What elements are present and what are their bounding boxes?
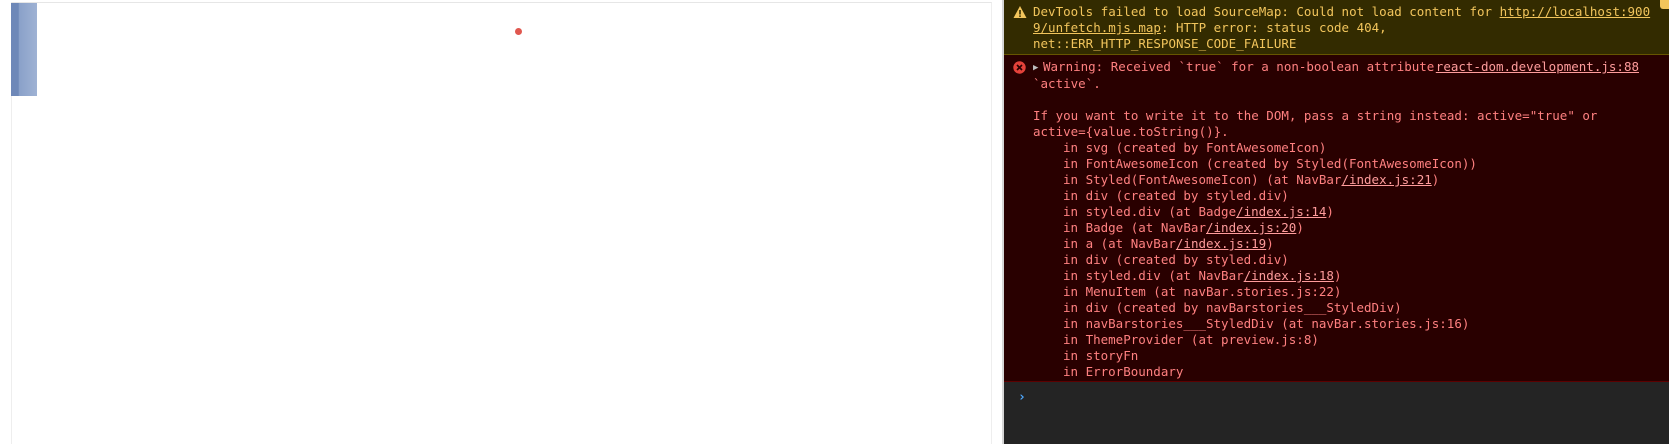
error-circle-icon [1013,61,1026,74]
stack-frame: in MenuItem (at navBar.stories.js:22) [1033,284,1659,300]
stack-frame-text: in styled.div (at NavBar [1063,268,1244,283]
stack-frame: in ThemeProvider (at preview.js:8) [1033,332,1659,348]
stack-frame: in ErrorBoundary [1033,364,1659,380]
stack-frame-source-link[interactable]: /index.js:14 [1236,204,1326,219]
stack-frame: in Styled(FontAwesomeIcon) (at NavBar/in… [1033,172,1659,188]
stack-frame-text: in MenuItem (at navBar.stories.js:22) [1063,284,1342,299]
stack-frame: in svg (created by FontAwesomeIcon) [1033,140,1659,156]
stack-frame-text: in svg (created by FontAwesomeIcon) [1063,140,1327,155]
stack-frame-text: in ErrorBoundary [1063,364,1184,379]
stack-frame-suffix: ) [1326,204,1334,219]
sourcemap-url-link-cont[interactable]: 9/unfetch.mjs.map [1033,20,1161,35]
error-source-link[interactable]: react-dom.development.js:88 [1436,59,1639,75]
stack-frame-suffix: ) [1296,220,1304,235]
console-error-message: ▶ Warning: Received `true` for a non-bool… [1004,55,1669,382]
sourcemap-url-link[interactable]: http://localhost:900 [1500,4,1651,19]
stack-frame-source-link[interactable]: /index.js:18 [1244,268,1334,283]
component-stack: in svg (created by FontAwesomeIcon) in Fo… [1033,140,1659,380]
stack-frame-text: in a (at NavBar [1063,236,1176,251]
stack-frame-text: in styled.div (at Badge [1063,204,1237,219]
stack-frame-text: in FontAwesomeIcon (created by Styled(Fo… [1063,156,1477,171]
story-preview-pane [0,0,1004,444]
stack-frame: in div (created by styled.div) [1033,188,1659,204]
stack-frame-text: in navBarstories___StyledDiv (at navBar.… [1063,316,1470,331]
expand-triangle-icon[interactable]: ▶ [1033,60,1043,76]
stack-frame: in div (created by navBarstories___Style… [1033,300,1659,316]
warning-line-1: DevTools failed to load SourceMap: Could… [1033,4,1651,19]
warning-corner-badge [1660,0,1669,9]
notification-dot [515,28,522,35]
stack-frame-text: in div (created by styled.div) [1063,188,1289,203]
stack-frame: in Badge (at NavBar/index.js:20) [1033,220,1659,236]
console-prompt-row[interactable]: › [1004,384,1669,444]
error-advice-1: If you want to write it to the DOM, pass… [1033,108,1598,123]
stack-frame: in a (at NavBar/index.js:19) [1033,236,1659,252]
prompt-chevron-icon: › [1018,390,1026,405]
stack-frame: in storyFn [1033,348,1659,364]
stack-frame: in FontAwesomeIcon (created by Styled(Fo… [1033,156,1659,172]
warning-triangle-icon [1013,6,1027,18]
warning-line-3: net::ERR_HTTP_RESPONSE_CODE_FAILURE [1033,36,1297,51]
navbar-preview-strip[interactable] [11,3,37,96]
stack-frame-suffix: ) [1266,236,1274,251]
stack-frame-source-link[interactable]: /index.js:20 [1206,220,1296,235]
stack-frame-source-link[interactable]: /index.js:19 [1176,236,1266,251]
stack-frame-text: in div (created by navBarstories___Style… [1063,300,1402,315]
stack-frame-text: in Badge (at NavBar [1063,220,1206,235]
warning-line-2: 9/unfetch.mjs.map: HTTP error: status co… [1033,20,1387,35]
stack-frame-source-link[interactable]: /index.js:21 [1341,172,1431,187]
error-line-2: `active`. [1033,76,1101,91]
console-warning-message: DevTools failed to load SourceMap: Could… [1004,0,1669,55]
stack-frame-text: in storyFn [1063,348,1139,363]
stack-frame: in styled.div (at Badge/index.js:14) [1033,204,1659,220]
console-input[interactable] [1034,388,1658,408]
stack-frame-suffix: ) [1333,268,1342,283]
stack-frame-text: in div (created by styled.div) [1063,252,1289,267]
app-window: DevTools failed to load SourceMap: Could… [0,0,1669,444]
stack-frame-suffix: ) [1431,172,1440,187]
stack-frame-text: in Styled(FontAwesomeIcon) (at NavBar [1063,172,1342,187]
devtools-console: DevTools failed to load SourceMap: Could… [1004,0,1669,444]
error-advice-2: active={value.toString()}. [1033,124,1229,139]
stack-frame: in div (created by styled.div) [1033,252,1659,268]
stack-frame: in navBarstories___StyledDiv (at navBar.… [1033,316,1659,332]
stack-frame-text: in ThemeProvider (at preview.js:8) [1063,332,1319,347]
stack-frame: in styled.div (at NavBar/index.js:18) [1033,268,1659,284]
preview-canvas [11,2,992,444]
